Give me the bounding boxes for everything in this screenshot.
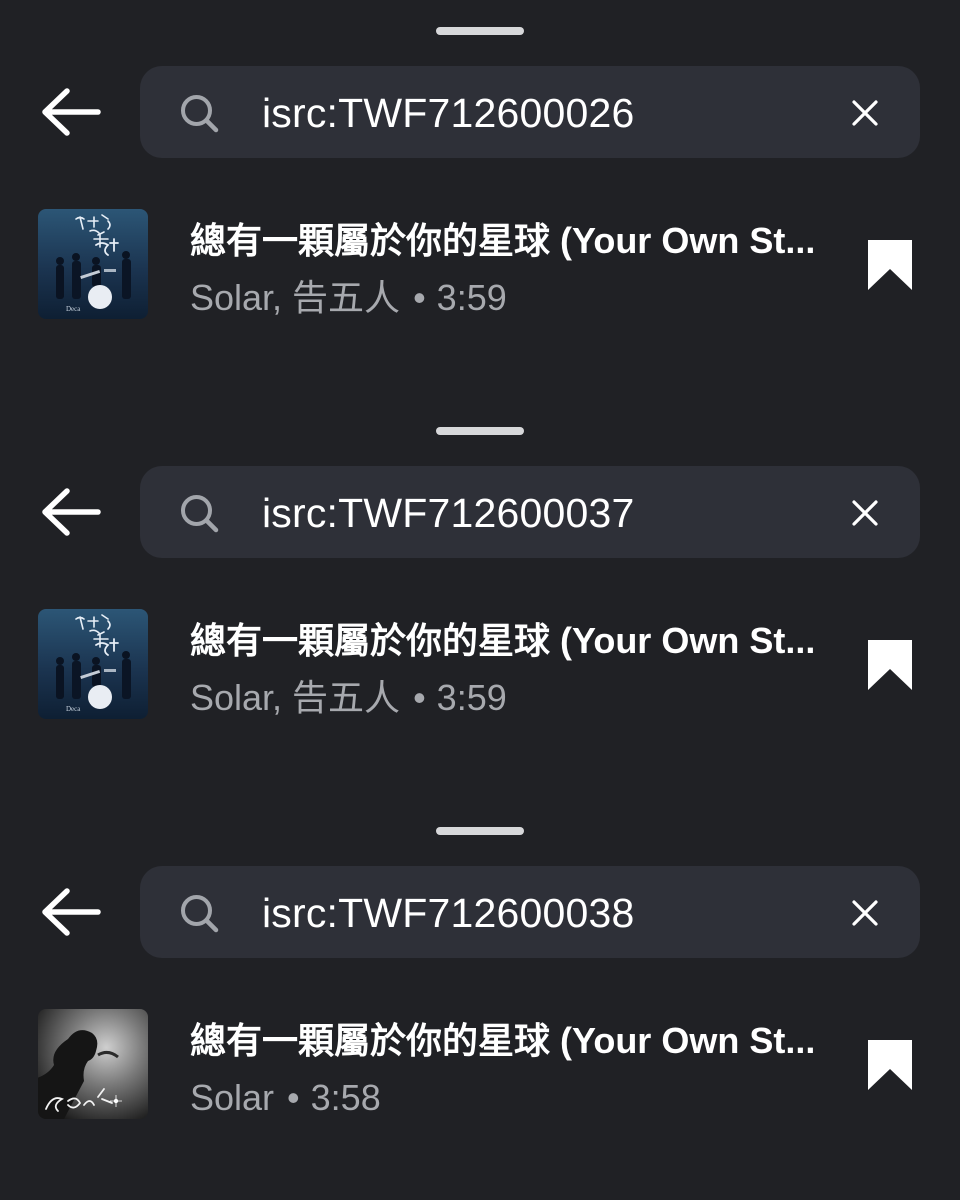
track-duration: 3:58 [310,1077,381,1118]
clear-search-button[interactable] [846,894,884,932]
track-title: 總有一顆屬於你的星球 (Your Own St... [190,1020,816,1061]
back-button[interactable] [36,482,104,542]
search-panel: isrc:TWF712600026 Deca 總有一顆屬於你的星球 (Your … [0,0,960,400]
track-title: 總有一顆屬於你的星球 (Your Own St... [190,220,816,261]
search-input-value[interactable]: isrc:TWF712600038 [262,888,635,938]
album-art: Deca [38,609,148,719]
arrow-left-icon [42,488,101,536]
separator-dot: • [413,277,426,318]
search-panel: isrc:TWF712600037 Deca 總有一顆屬於你的星球 (Your … [0,400,960,800]
save-track-button[interactable] [866,638,914,692]
back-button[interactable] [36,882,104,942]
arrow-left-icon [42,88,101,136]
sheet-drag-handle[interactable] [436,427,524,435]
track-subtitle: Solar, 告五人 • 3:59 [190,276,507,320]
track-result-row[interactable]: 總有一顆屬於你的星球 (Your Own St... Solar • 3:58 [0,996,960,1136]
bookmark-icon [868,640,912,690]
separator-dot: • [287,1077,300,1118]
track-result-row[interactable]: Deca 總有一顆屬於你的星球 (Your Own St... Solar, 告… [0,196,960,336]
album-art: Deca [38,209,148,319]
close-icon [852,100,878,126]
sheet-drag-handle[interactable] [436,827,524,835]
arrow-left-icon [42,888,101,936]
sheet-drag-handle[interactable] [436,27,524,35]
bookmark-icon [868,1040,912,1090]
svg-text:Deca: Deca [66,705,81,713]
track-artist: Solar, 告五人 [190,677,401,718]
clear-search-button[interactable] [846,494,884,532]
track-title: 總有一顆屬於你的星球 (Your Own St... [190,620,816,661]
close-icon [852,500,878,526]
search-panel: isrc:TWF712600038 總有一顆屬於你的星球 (Your Own S… [0,800,960,1200]
track-subtitle: Solar • 3:58 [190,1076,381,1120]
album-art [38,1009,148,1119]
track-result-row[interactable]: Deca 總有一顆屬於你的星球 (Your Own St... Solar, 告… [0,596,960,736]
search-icon [178,92,222,136]
track-artist: Solar [190,1077,275,1118]
clear-search-button[interactable] [846,94,884,132]
track-duration: 3:59 [436,677,507,718]
search-icon [178,892,222,936]
separator-dot: • [413,677,426,718]
bookmark-icon [868,240,912,290]
save-track-button[interactable] [866,238,914,292]
track-subtitle: Solar, 告五人 • 3:59 [190,676,507,720]
track-artist: Solar, 告五人 [190,277,401,318]
search-input-value[interactable]: isrc:TWF712600026 [262,88,635,138]
search-input-value[interactable]: isrc:TWF712600037 [262,488,635,538]
track-duration: 3:59 [436,277,507,318]
back-button[interactable] [36,82,104,142]
close-icon [852,900,878,926]
svg-text:Deca: Deca [66,305,81,313]
search-icon [178,492,222,536]
save-track-button[interactable] [866,1038,914,1092]
